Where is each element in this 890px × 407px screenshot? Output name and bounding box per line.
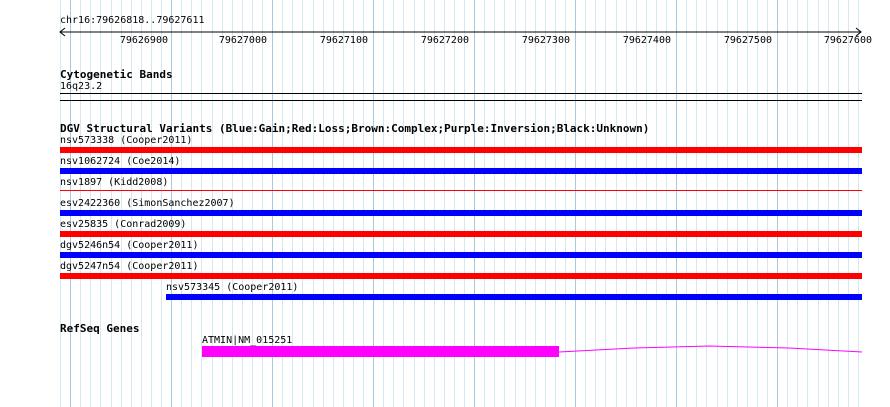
ruler-tick-label: 79627400 xyxy=(622,35,671,46)
ruler-tick-label: 79627100 xyxy=(319,35,368,46)
gene-exon[interactable] xyxy=(202,346,559,357)
dgv-feature-label[interactable]: dgv5246n54 (Cooper2011) xyxy=(60,240,198,252)
dgv-feature-bar-gain[interactable] xyxy=(166,294,862,300)
dgv-feature-bar-gain[interactable] xyxy=(60,168,862,174)
dgv-feature-bar-loss[interactable] xyxy=(60,190,862,191)
cytoband-band[interactable] xyxy=(60,93,862,94)
cytoband-label: 16q23.2 xyxy=(60,81,103,92)
ruler-tick-label: 79627000 xyxy=(218,35,267,46)
dgv-feature-label[interactable]: esv25835 (Conrad2009) xyxy=(60,219,186,231)
ruler-tick-label: 79627300 xyxy=(521,35,570,46)
dgv-feature-label[interactable]: nsv573345 (Cooper2011) xyxy=(166,282,298,294)
dgv-feature-bar-gain[interactable] xyxy=(60,252,862,258)
refseq-track-title[interactable]: RefSeq Genes xyxy=(60,322,139,335)
dgv-feature-label[interactable]: nsv1897 (Kidd2008) xyxy=(60,177,168,189)
cytoband-track-title[interactable]: Cytogenetic Bands xyxy=(60,68,173,81)
dgv-feature-bar-gain[interactable] xyxy=(60,210,862,216)
genome-browser-view: chr16:79626818..79627611 79626900 796270… xyxy=(0,0,890,407)
dgv-feature-label[interactable]: dgv5247n54 (Cooper2011) xyxy=(60,261,198,273)
cytoband-band-edge xyxy=(60,100,862,101)
dgv-feature-bar-loss[interactable] xyxy=(60,273,862,279)
gene-intron[interactable] xyxy=(559,340,863,360)
ruler-tick-label: 79627200 xyxy=(420,35,469,46)
dgv-track-title[interactable]: DGV Structural Variants (Blue:Gain;Red:L… xyxy=(60,122,649,135)
ruler-tick-label: 79627600 xyxy=(823,35,872,46)
ruler-tick-label: 79626900 xyxy=(119,35,168,46)
dgv-feature-label[interactable]: nsv573338 (Cooper2011) xyxy=(60,135,192,147)
dgv-feature-bar-loss[interactable] xyxy=(60,147,862,153)
dgv-feature-bar-loss[interactable] xyxy=(60,231,862,237)
ruler-tick-label: 79627500 xyxy=(723,35,772,46)
dgv-feature-label[interactable]: nsv1062724 (Coe2014) xyxy=(60,156,180,168)
dgv-feature-label[interactable]: esv2422360 (SimonSanchez2007) xyxy=(60,198,235,210)
